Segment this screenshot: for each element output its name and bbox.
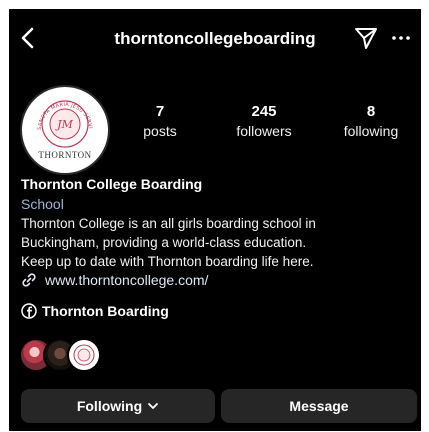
more-options-button[interactable] <box>390 27 412 49</box>
profile-username: thorntoncollegeboarding <box>114 29 316 48</box>
facebook-page-link[interactable]: Thornton Boarding <box>21 301 169 321</box>
link-icon <box>22 273 36 287</box>
followers-count-value: 245 <box>251 103 277 120</box>
following-button-label: Following <box>76 398 143 414</box>
followers-count-label: followers <box>236 123 292 139</box>
bio-text: Thornton College is an all girls boardin… <box>21 214 406 271</box>
profile-screen: thorntoncollegeboarding SANCTA MARIA JES… <box>9 9 421 431</box>
website-link[interactable]: www.thorntoncollege.com/ <box>21 270 208 290</box>
follower-avatar[interactable] <box>67 338 101 372</box>
following-button[interactable]: Following <box>21 389 215 423</box>
chevron-down-icon <box>148 403 159 409</box>
avatar-caption: THORNTON <box>38 150 91 160</box>
posts-count[interactable]: 7 posts <box>125 103 195 139</box>
more-horizontal-icon <box>392 36 410 40</box>
paper-plane-icon <box>355 28 377 49</box>
profile-bio: Thornton College Boarding School Thornto… <box>21 175 411 271</box>
bio-line: Buckingham, providing a world-class educ… <box>21 235 307 250</box>
profile-avatar[interactable]: SANCTA MARIA JESU SERVIT JM THORNTON <box>20 85 110 175</box>
direct-message-button[interactable] <box>353 25 379 51</box>
top-bar: thorntoncollegeboarding <box>9 9 421 69</box>
school-crest-logo: SANCTA MARIA JESU SERVIT JM THORNTON <box>22 87 93 160</box>
following-count-value: 8 <box>366 103 376 120</box>
profile-category[interactable]: School <box>21 194 411 214</box>
message-button-label: Message <box>289 398 349 414</box>
chevron-left-icon <box>21 27 34 49</box>
school-crest-logo <box>73 344 95 366</box>
avatar-initials: JM <box>55 118 73 131</box>
facebook-page-label: Thornton Boarding <box>42 303 169 319</box>
posts-count-value: 7 <box>155 103 165 120</box>
bio-line: Keep up to date with Thornton boarding l… <box>21 254 314 269</box>
following-count-label: following <box>343 123 399 139</box>
message-button[interactable]: Message <box>221 389 417 423</box>
website-link-text[interactable]: www.thorntoncollege.com/ <box>45 272 208 288</box>
bio-line: Thornton College is an all girls boardin… <box>21 216 316 231</box>
facebook-icon <box>21 303 37 319</box>
back-button[interactable] <box>15 25 41 51</box>
following-count[interactable]: 8 following <box>331 103 411 139</box>
followers-count[interactable]: 245 followers <box>219 103 309 139</box>
posts-count-label: posts <box>143 123 177 139</box>
followed-by-avatars[interactable] <box>19 338 109 372</box>
profile-display-name: Thornton College Boarding <box>21 176 203 192</box>
